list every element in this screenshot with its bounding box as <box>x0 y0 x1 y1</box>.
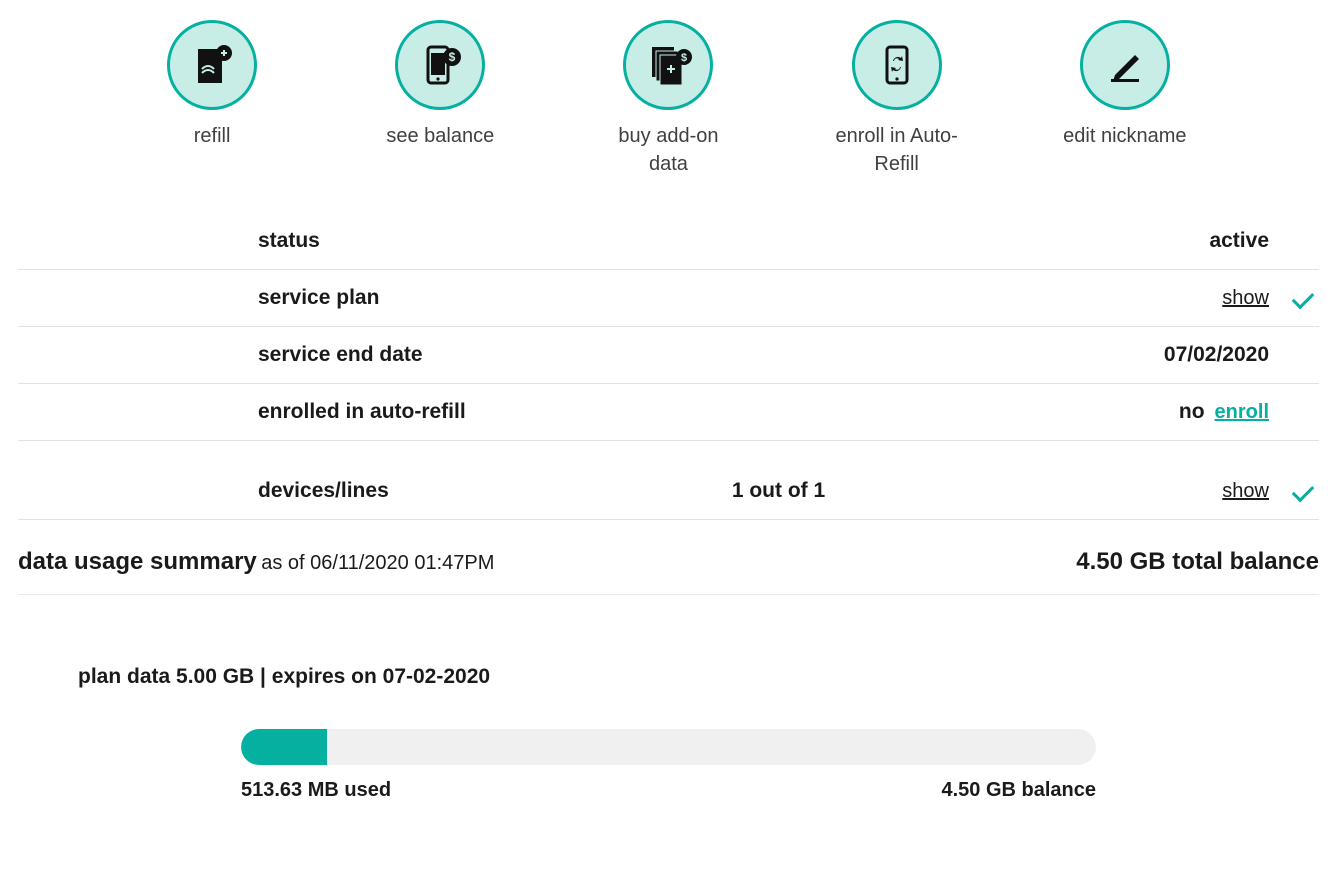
buy-addon-icon: $ <box>623 20 713 110</box>
status-value: active <box>1209 229 1269 253</box>
auto-refill-row: enrolled in auto-refill no enroll <box>18 384 1319 441</box>
service-end-date-row: service end date 07/02/2020 <box>18 327 1319 384</box>
data-usage-header: data usage summary as of 06/11/2020 01:4… <box>18 520 1319 595</box>
auto-refill-enroll-link[interactable]: enroll <box>1215 401 1269 424</box>
enroll-auto-refill-action[interactable]: enroll in Auto-Refill <box>827 20 967 178</box>
data-usage-asof-value: 06/11/2020 01:47PM <box>310 552 494 574</box>
edit-nickname-action[interactable]: edit nickname <box>1055 20 1195 178</box>
refill-action[interactable]: refill <box>142 20 282 178</box>
refill-label: refill <box>194 122 231 150</box>
service-plan-row[interactable]: service plan show <box>18 270 1319 327</box>
progress-bar-fill <box>241 729 327 765</box>
action-icons-row: refill $ see balance $ buy add-on data e… <box>18 20 1319 178</box>
data-balance-label: 4.50 GB balance <box>941 779 1096 802</box>
phone-balance-icon: $ <box>395 20 485 110</box>
devices-lines-row[interactable]: devices/lines 1 out of 1 show <box>18 441 1319 520</box>
buy-addon-action[interactable]: $ buy add-on data <box>598 20 738 178</box>
refill-icon <box>167 20 257 110</box>
see-balance-label: see balance <box>386 122 494 150</box>
auto-refill-value: no <box>1179 400 1205 424</box>
progress-bar-track <box>241 729 1096 765</box>
status-row: status active <box>18 213 1319 270</box>
devices-lines-count: 1 out of 1 <box>498 479 1059 503</box>
plan-data-detail: plan data 5.00 GB | expires on 07-02-202… <box>78 665 1319 689</box>
status-label: status <box>258 229 498 253</box>
enroll-auto-refill-label: enroll in Auto-Refill <box>827 122 967 178</box>
edit-icon <box>1080 20 1170 110</box>
data-usage-asof-prefix: as of <box>261 552 310 574</box>
data-used-label: 513.63 MB used <box>241 779 391 802</box>
service-plan-label: service plan <box>258 286 498 310</box>
svg-text:$: $ <box>681 52 687 64</box>
service-end-date-label: service end date <box>258 343 498 367</box>
chevron-down-icon[interactable] <box>1292 480 1315 503</box>
edit-nickname-label: edit nickname <box>1063 122 1186 150</box>
plan-data-text: plan data 5.00 GB | expires on 07-02-202… <box>78 665 1319 689</box>
service-plan-show-link[interactable]: show <box>1222 287 1269 310</box>
chevron-down-icon[interactable] <box>1292 287 1315 310</box>
see-balance-action[interactable]: $ see balance <box>370 20 510 178</box>
account-info-rows: status active service plan show service … <box>18 213 1319 520</box>
service-end-date-value: 07/02/2020 <box>1164 343 1269 367</box>
data-usage-total-balance: 4.50 GB total balance <box>1076 548 1319 576</box>
data-usage-progress: 513.63 MB used 4.50 GB balance <box>241 729 1096 802</box>
svg-text:$: $ <box>449 50 456 64</box>
data-usage-title: data usage summary <box>18 548 257 575</box>
auto-refill-icon <box>852 20 942 110</box>
devices-lines-label: devices/lines <box>258 479 498 503</box>
buy-addon-label: buy add-on data <box>598 122 738 178</box>
auto-refill-label: enrolled in auto-refill <box>258 400 498 424</box>
devices-lines-show-link[interactable]: show <box>1222 480 1269 503</box>
